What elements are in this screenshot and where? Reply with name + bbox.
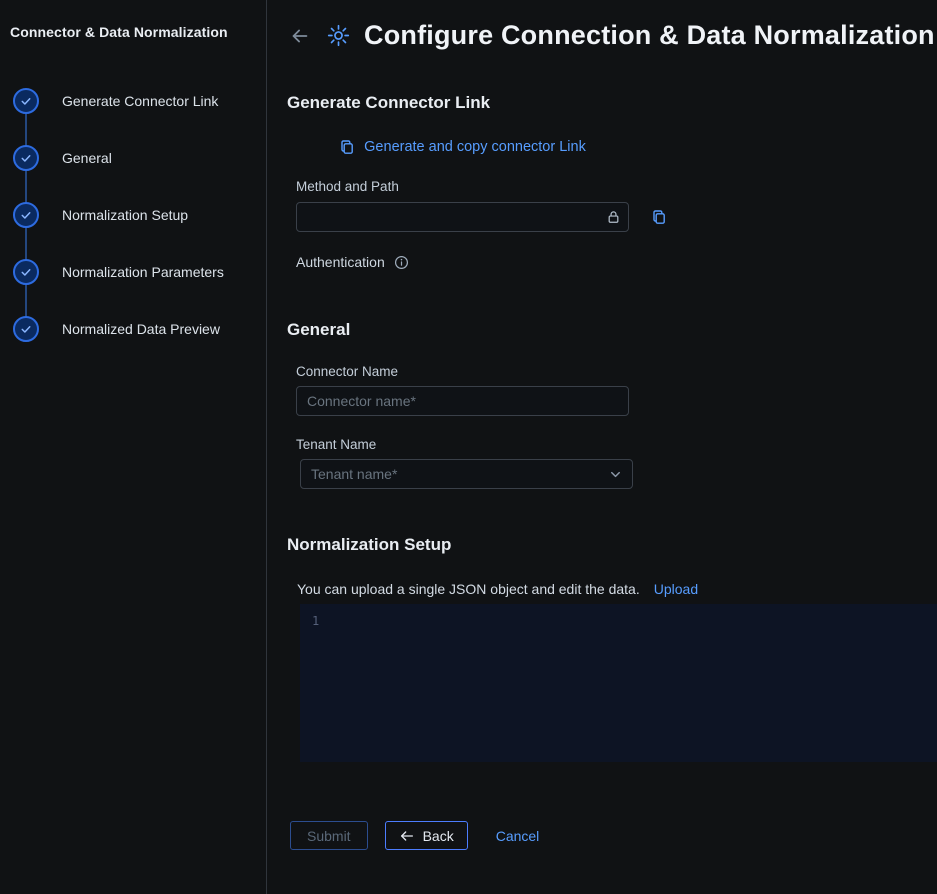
step-item-general[interactable]: General — [13, 129, 254, 186]
authentication-label: Authentication — [296, 254, 385, 270]
back-button[interactable]: Back — [385, 821, 468, 850]
step-item-normalization-parameters[interactable]: Normalization Parameters — [13, 243, 254, 300]
back-button-label: Back — [423, 828, 454, 844]
cancel-button[interactable]: Cancel — [492, 828, 544, 844]
step-label: Normalization Setup — [62, 207, 188, 223]
tenant-name-select[interactable]: Tenant name* — [300, 459, 633, 489]
section-heading-normalization-setup: Normalization Setup — [287, 535, 937, 555]
back-arrow-icon — [399, 828, 415, 844]
gear-icon — [326, 23, 351, 48]
method-and-path-label: Method and Path — [296, 179, 629, 194]
step-label: Normalized Data Preview — [62, 321, 220, 337]
sidebar-title: Connector & Data Normalization — [10, 24, 254, 40]
lock-icon — [606, 210, 621, 225]
info-icon[interactable] — [394, 255, 409, 270]
main-panel: Configure Connection & Data Normalizatio… — [267, 0, 937, 894]
json-editor[interactable]: 1 — [300, 604, 937, 762]
step-label: Generate Connector Link — [62, 93, 218, 109]
copy-icon — [339, 139, 355, 155]
section-heading-generate-connector-link: Generate Connector Link — [287, 93, 937, 113]
step-item-normalized-data-preview[interactable]: Normalized Data Preview — [13, 300, 254, 357]
connector-name-input[interactable] — [296, 386, 629, 416]
step-label: Normalization Parameters — [62, 264, 224, 280]
submit-button[interactable]: Submit — [290, 821, 368, 850]
copy-method-path-button[interactable] — [649, 207, 669, 227]
step-item-normalization-setup[interactable]: Normalization Setup — [13, 186, 254, 243]
page-title: Configure Connection & Data Normalizatio… — [364, 20, 935, 51]
check-circle-icon — [13, 202, 39, 228]
footer-actions: Submit Back Cancel — [290, 821, 937, 850]
upload-hint-text: You can upload a single JSON object and … — [297, 581, 640, 597]
check-circle-icon — [13, 145, 39, 171]
step-label: General — [62, 150, 112, 166]
page-header: Configure Connection & Data Normalizatio… — [287, 20, 937, 51]
chevron-down-icon — [608, 467, 623, 482]
upload-link[interactable]: Upload — [654, 581, 698, 597]
tenant-name-label: Tenant Name — [296, 437, 629, 452]
step-item-generate-connector-link[interactable]: Generate Connector Link — [13, 72, 254, 129]
method-and-path-input[interactable] — [296, 202, 629, 232]
check-circle-icon — [13, 88, 39, 114]
editor-line-number: 1 — [312, 614, 319, 628]
back-arrow-icon[interactable] — [287, 23, 313, 49]
section-heading-general: General — [287, 320, 937, 340]
check-circle-icon — [13, 259, 39, 285]
tenant-name-select-value: Tenant name* — [311, 466, 397, 482]
check-circle-icon — [13, 316, 39, 342]
generate-copy-connector-link-label: Generate and copy connector Link — [364, 139, 586, 155]
wizard-stepper: Generate Connector Link General Normaliz… — [10, 72, 254, 357]
wizard-sidebar: Connector & Data Normalization Generate … — [0, 0, 267, 894]
generate-copy-connector-link[interactable]: Generate and copy connector Link — [296, 139, 629, 155]
connector-name-label: Connector Name — [296, 364, 629, 379]
